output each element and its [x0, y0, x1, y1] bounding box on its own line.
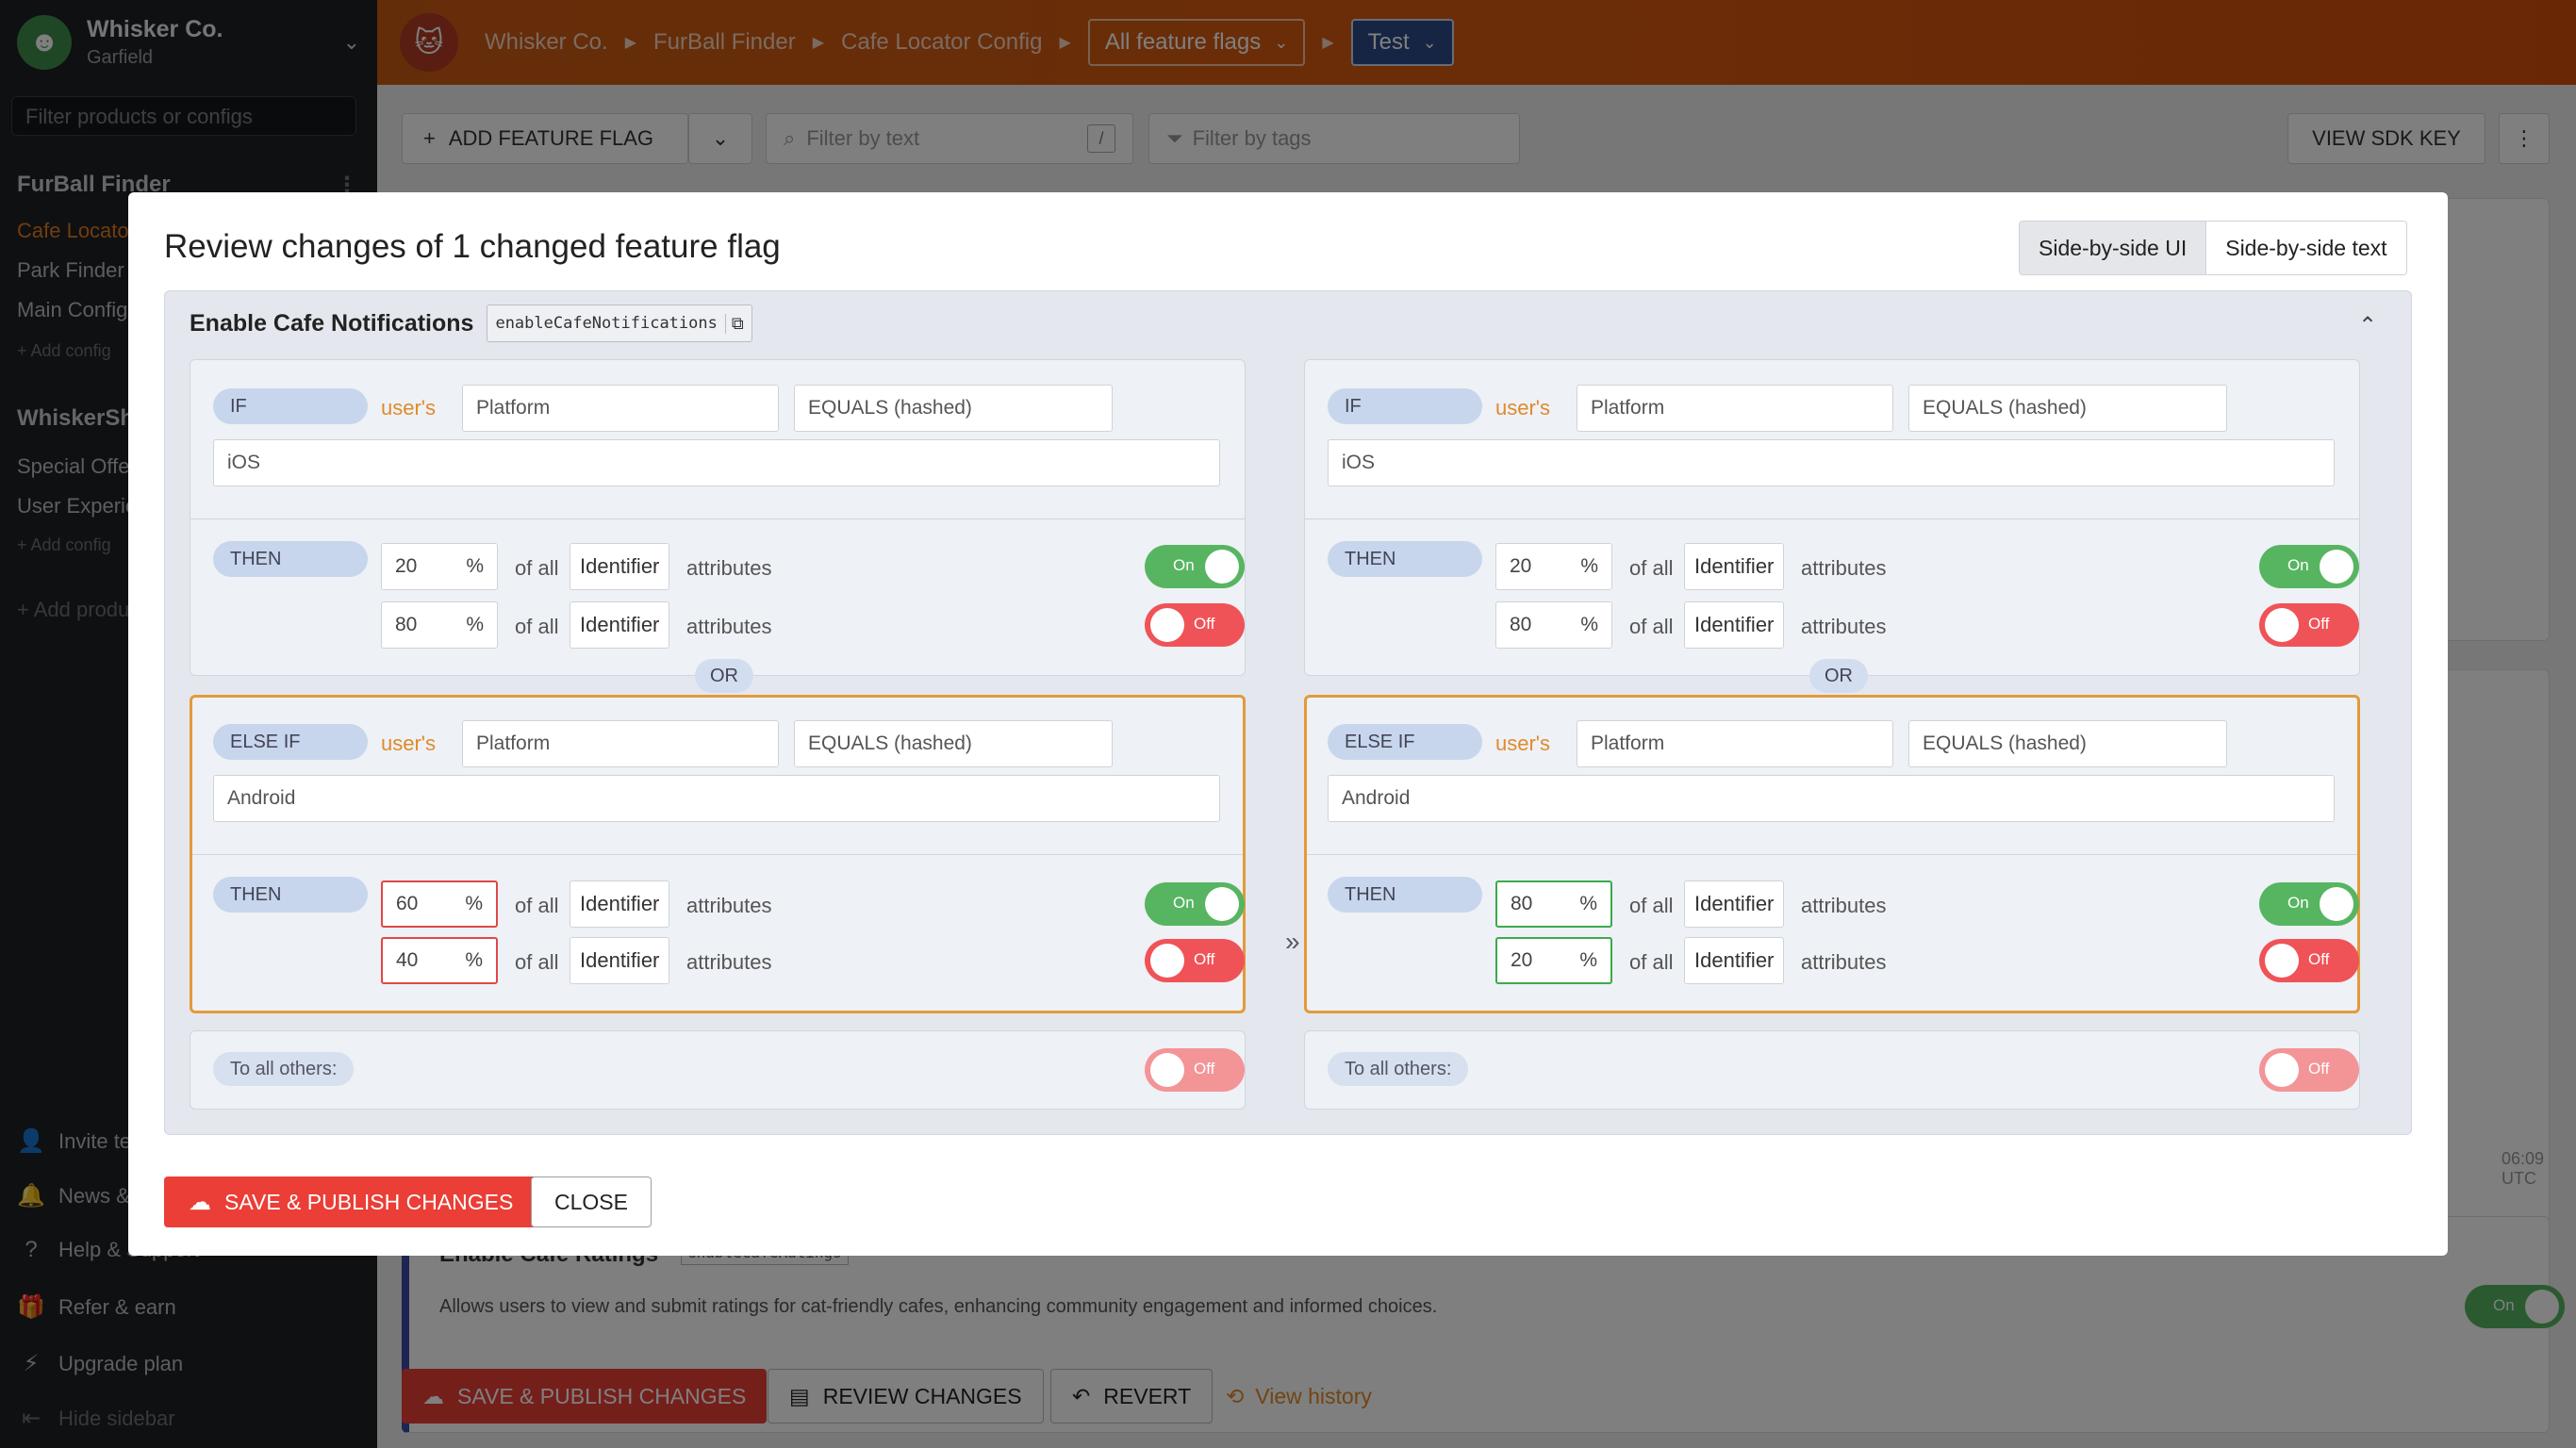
of-all-label: of all — [1629, 894, 1674, 917]
double-chevron-right-icon: » — [1285, 927, 1300, 956]
served-value-toggle[interactable]: Off — [1145, 603, 1245, 647]
or-separator: OR — [695, 659, 753, 693]
identifier-select[interactable]: Identifier — [570, 601, 670, 649]
identifier-select[interactable]: Identifier — [1684, 601, 1785, 649]
targeting-rule-2: ELSE IF user's Platform EQUALS (hashed) … — [1304, 695, 2360, 1013]
identifier-select[interactable]: Identifier — [570, 543, 670, 590]
targeting-rule-1: IF user's Platform EQUALS (hashed) iOS T… — [1304, 359, 2360, 676]
of-all-label: of all — [515, 894, 559, 917]
save-publish-button[interactable]: ☁ SAVE & PUBLISH CHANGES — [164, 1176, 538, 1227]
of-all-label: of all — [515, 950, 559, 974]
then-label: THEN — [213, 877, 368, 913]
else-if-label: ELSE IF — [1328, 724, 1482, 760]
comparison-value[interactable]: Android — [1328, 775, 2335, 822]
or-separator: OR — [1809, 659, 1868, 693]
attributes-label: attributes — [686, 950, 772, 974]
of-all-label: of all — [1629, 556, 1674, 580]
attributes-label: attributes — [1801, 894, 1887, 917]
comparator-select[interactable]: EQUALS (hashed) — [1908, 720, 2227, 767]
attributes-label: attributes — [1801, 615, 1887, 638]
cloud-upload-icon: ☁ — [189, 1189, 211, 1215]
then-label: THEN — [1328, 877, 1482, 913]
identifier-select[interactable]: Identifier — [570, 937, 670, 984]
attributes-label: attributes — [1801, 950, 1887, 974]
default-value-toggle[interactable]: Off — [1145, 1048, 1245, 1092]
default-value-toggle[interactable]: Off — [2259, 1048, 2359, 1092]
served-value-toggle[interactable]: On — [1145, 882, 1245, 926]
if-label: IF — [213, 388, 368, 424]
served-value-toggle[interactable]: On — [2259, 882, 2359, 926]
percentage-input[interactable]: 20% — [1495, 543, 1612, 590]
comparator-select[interactable]: EQUALS (hashed) — [794, 720, 1113, 767]
flag-name: Enable Cafe Notifications — [190, 309, 474, 337]
attributes-label: attributes — [686, 894, 772, 917]
modal-title: Review changes of 1 changed feature flag — [164, 228, 781, 265]
percentage-input[interactable]: 80% — [1495, 601, 1612, 649]
served-value-toggle[interactable]: Off — [2259, 603, 2359, 647]
users-label: user's — [1495, 732, 1550, 755]
default-rule: To all others: Off — [1304, 1030, 2360, 1110]
to-all-others-label: To all others: — [213, 1052, 355, 1086]
side-by-side-text-tab[interactable]: Side-by-side text — [2206, 222, 2405, 274]
to-all-others-label: To all others: — [1328, 1052, 1469, 1086]
comparison-attribute[interactable]: Platform — [1577, 385, 1893, 432]
targeting-rule-1: IF user's Platform EQUALS (hashed) iOS T… — [190, 359, 1246, 676]
comparison-value[interactable]: iOS — [213, 439, 1220, 486]
identifier-select[interactable]: Identifier — [1684, 543, 1785, 590]
comparison-attribute[interactable]: Platform — [1577, 720, 1893, 767]
view-mode-toggle: Side-by-side UI Side-by-side text — [2019, 221, 2407, 275]
of-all-label: of all — [515, 556, 559, 580]
percentage-input-changed[interactable]: 20% — [1495, 937, 1612, 984]
percentage-input-changed[interactable]: 80% — [1495, 880, 1612, 928]
then-label: THEN — [1328, 541, 1482, 577]
percentage-input[interactable]: 80% — [381, 601, 498, 649]
users-label: user's — [381, 396, 436, 420]
default-rule: To all others: Off — [190, 1030, 1246, 1110]
percentage-input-changed[interactable]: 40% — [381, 937, 498, 984]
comparison-value[interactable]: iOS — [1328, 439, 2335, 486]
attributes-label: attributes — [686, 615, 772, 638]
of-all-label: of all — [1629, 615, 1674, 638]
else-if-label: ELSE IF — [213, 724, 368, 760]
users-label: user's — [1495, 396, 1550, 420]
comparison-attribute[interactable]: Platform — [462, 720, 779, 767]
comparison-value[interactable]: Android — [213, 775, 1220, 822]
comparator-select[interactable]: EQUALS (hashed) — [1908, 385, 2227, 432]
copy-icon[interactable]: ⧉ — [724, 313, 744, 334]
flag-diff-panel: Enable Cafe Notifications enableCafeNoti… — [164, 290, 2412, 1135]
identifier-select[interactable]: Identifier — [1684, 880, 1785, 928]
attributes-label: attributes — [1801, 556, 1887, 580]
served-value-toggle[interactable]: Off — [2259, 939, 2359, 982]
flag-key: enableCafeNotifications ⧉ — [487, 304, 752, 342]
comparator-select[interactable]: EQUALS (hashed) — [794, 385, 1113, 432]
targeting-rule-2: ELSE IF user's Platform EQUALS (hashed) … — [190, 695, 1246, 1013]
then-label: THEN — [213, 541, 368, 577]
served-value-toggle[interactable]: Off — [1145, 939, 1245, 982]
close-button[interactable]: CLOSE — [531, 1176, 652, 1227]
side-by-side-ui-tab[interactable]: Side-by-side UI — [2020, 222, 2207, 274]
identifier-select[interactable]: Identifier — [1684, 937, 1785, 984]
of-all-label: of all — [1629, 950, 1674, 974]
percentage-input[interactable]: 20% — [381, 543, 498, 590]
of-all-label: of all — [515, 615, 559, 638]
served-value-toggle[interactable]: On — [1145, 545, 1245, 588]
review-changes-modal: Review changes of 1 changed feature flag… — [128, 192, 2448, 1256]
attributes-label: attributes — [686, 556, 772, 580]
chevron-up-icon[interactable]: ⌃ — [2358, 312, 2377, 339]
percentage-input-changed[interactable]: 60% — [381, 880, 498, 928]
if-label: IF — [1328, 388, 1482, 424]
comparison-attribute[interactable]: Platform — [462, 385, 779, 432]
served-value-toggle[interactable]: On — [2259, 545, 2359, 588]
users-label: user's — [381, 732, 436, 755]
identifier-select[interactable]: Identifier — [570, 880, 670, 928]
